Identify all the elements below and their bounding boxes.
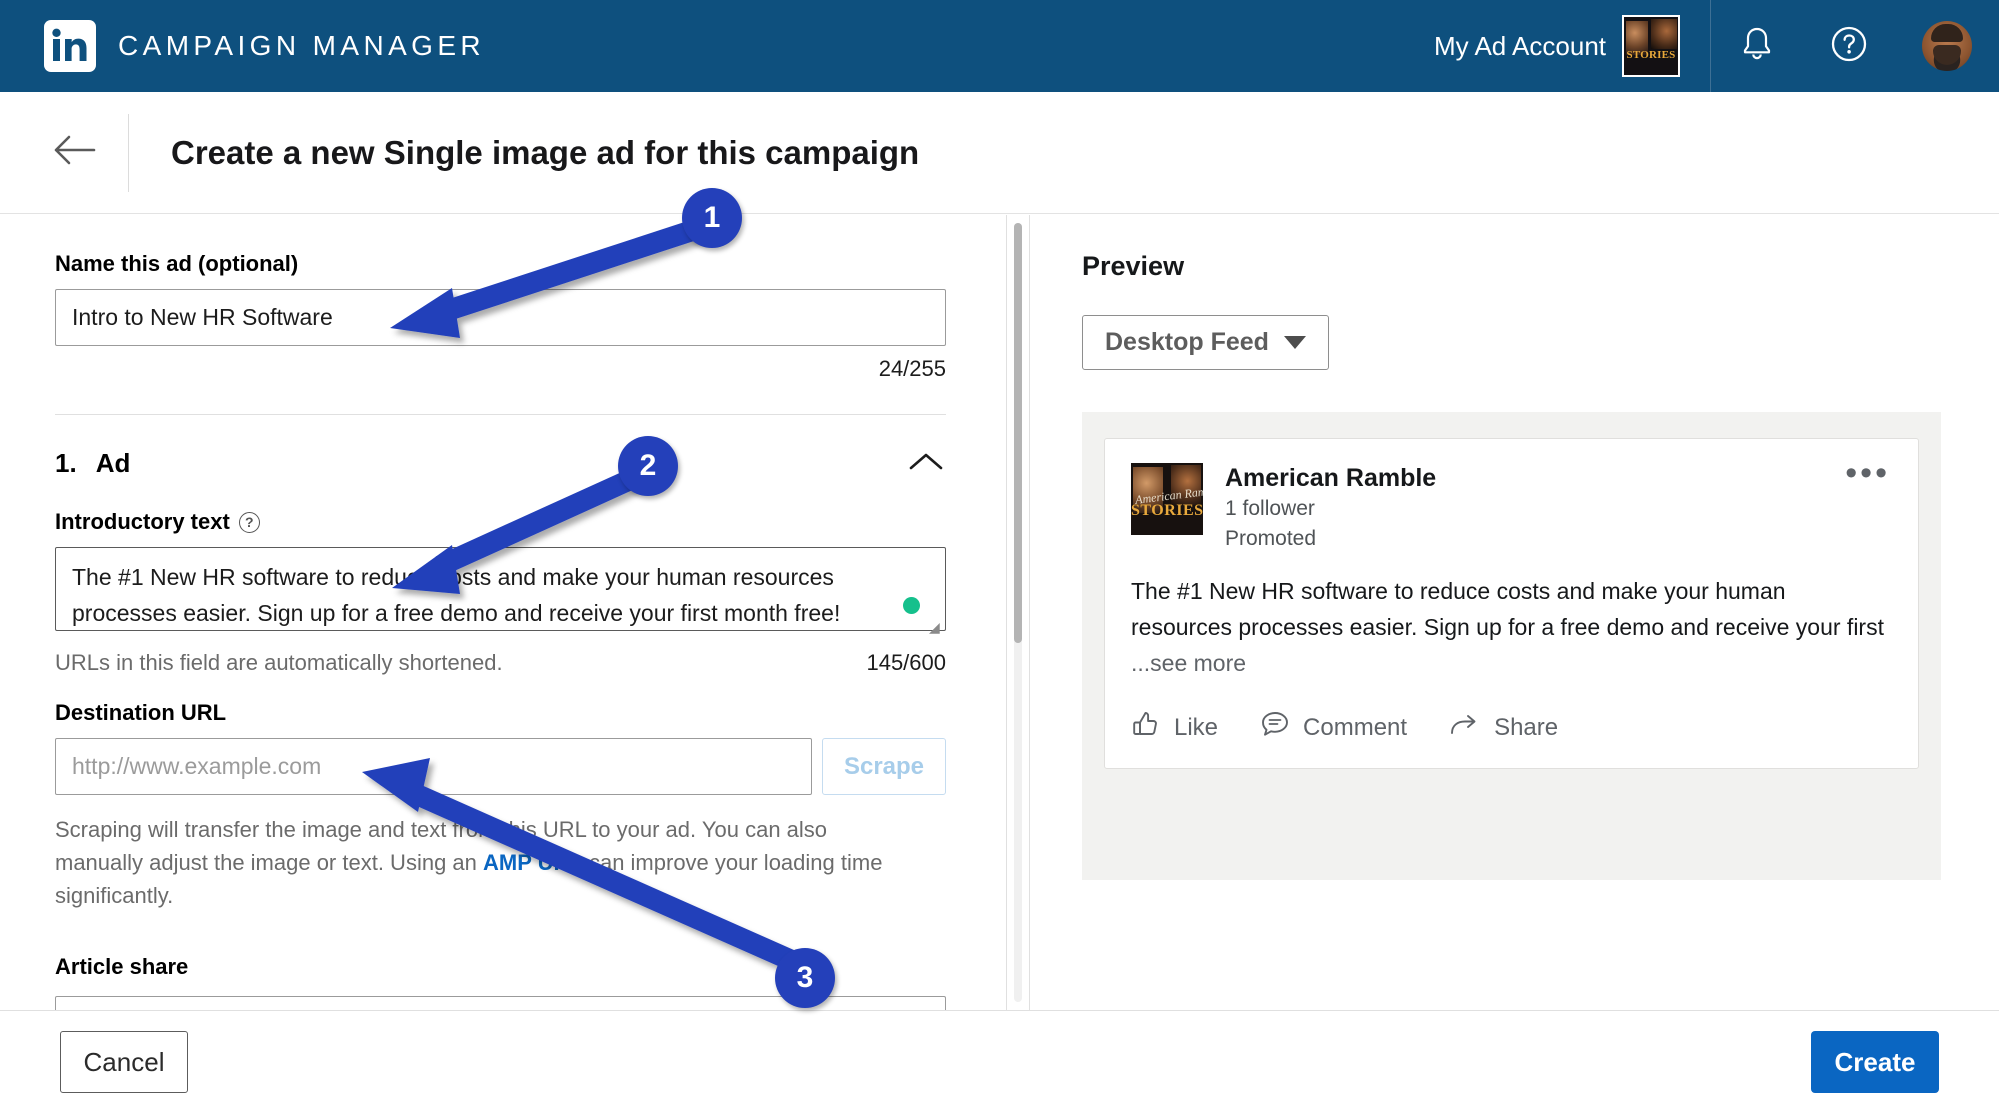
create-button[interactable]: Create: [1811, 1031, 1939, 1093]
amp-url-link[interactable]: AMP URL: [483, 850, 583, 875]
share-arrow-icon: [1449, 709, 1481, 746]
caret-down-icon: [1283, 336, 1306, 349]
destination-url-row: Scrape: [55, 738, 946, 795]
scrape-button[interactable]: Scrape: [822, 738, 946, 795]
ad-preview-body: The #1 New HR software to reduce costs a…: [1131, 573, 1892, 681]
top-nav-right-cluster: My Ad Account STORIES: [1434, 0, 1999, 92]
comment-button[interactable]: Comment: [1260, 709, 1407, 746]
campaign-manager-page: CAMPAIGN MANAGER My Ad Account STORIES C…: [0, 0, 1999, 1113]
brand-title: CAMPAIGN MANAGER: [118, 30, 486, 61]
introductory-text-counter: 145/600: [866, 650, 946, 675]
introductory-text-wrapper: ◢: [55, 547, 946, 636]
follower-count: 1 follower: [1225, 497, 1315, 520]
nav-icon-group: [1711, 0, 1999, 92]
preview-panel: Preview Desktop Feed ••• American Ramble…: [1029, 215, 1999, 1010]
page-header: Create a new Single image ad for this ca…: [0, 92, 1999, 214]
ad-preview-actions: Like Comment Share: [1131, 709, 1892, 750]
ad-section-number: 1.: [55, 447, 77, 478]
introductory-text-label: Introductory text ?: [55, 509, 946, 535]
top-navigation-bar: CAMPAIGN MANAGER My Ad Account STORIES: [0, 0, 1999, 92]
ad-name-counter: 24/255: [878, 356, 946, 381]
ad-name-input[interactable]: [55, 289, 946, 346]
introductory-text-helper: URLs in this field are automatically sho…: [55, 650, 503, 675]
ad-section-header[interactable]: 1. Ad: [55, 415, 946, 509]
article-share-box[interactable]: [55, 996, 946, 1010]
footer-action-bar: Cancel Create: [0, 1010, 1999, 1113]
introductory-text-helper-row: URLs in this field are automatically sho…: [55, 650, 946, 676]
back-button[interactable]: [46, 124, 104, 182]
ad-preview-header: American Ramble STORIES American Ramble …: [1131, 463, 1892, 553]
preview-format-label: Desktop Feed: [1105, 328, 1269, 356]
header-divider: [128, 113, 129, 192]
ad-section-label: Ad: [95, 447, 131, 478]
linkedin-logo-icon: [44, 20, 96, 72]
ad-account-thumbnail-text: STORIES: [1626, 49, 1676, 61]
article-share-label: Article share: [55, 954, 189, 979]
bell-icon: [1739, 25, 1775, 68]
ad-preview-card: ••• American Ramble STORIES American Ram…: [1104, 438, 1919, 769]
notifications-button[interactable]: [1711, 0, 1803, 92]
user-avatar: [1922, 21, 1972, 71]
introductory-text-input[interactable]: [55, 547, 946, 631]
chevron-up-icon: [908, 450, 944, 477]
see-more-link[interactable]: ...see more: [1131, 650, 1246, 676]
comment-label: Comment: [1303, 713, 1408, 741]
ad-name-label: Name this ad (optional): [55, 251, 299, 276]
like-button[interactable]: Like: [1131, 709, 1218, 746]
company-logo: American Ramble STORIES: [1131, 463, 1203, 535]
scrollbar-thumb[interactable]: [1014, 223, 1022, 643]
ad-section-title: 1. Ad: [55, 448, 130, 479]
content-area: Name this ad (optional) 24/255 1. Ad: [0, 215, 1999, 1010]
company-logo-text: STORIES: [1131, 502, 1203, 519]
ellipsis-icon[interactable]: •••: [1845, 456, 1890, 490]
help-button[interactable]: [1803, 0, 1895, 92]
page-title: Create a new Single image ad for this ca…: [171, 133, 920, 171]
destination-url-input[interactable]: [55, 738, 812, 795]
share-label: Share: [1494, 713, 1559, 741]
help-circle-icon[interactable]: ?: [238, 511, 260, 533]
preview-format-dropdown[interactable]: Desktop Feed: [1082, 315, 1329, 370]
green-status-dot: [903, 597, 920, 614]
share-button[interactable]: Share: [1449, 709, 1558, 746]
ad-section-collapse-button[interactable]: [906, 443, 946, 483]
brand-home-link[interactable]: CAMPAIGN MANAGER: [44, 20, 485, 72]
destination-url-label: Destination URL: [55, 700, 227, 725]
company-name: American Ramble: [1225, 464, 1437, 492]
form-scrollbar[interactable]: [1007, 215, 1029, 1010]
ad-account-switcher[interactable]: My Ad Account STORIES: [1434, 0, 1710, 92]
preview-stage: ••• American Ramble STORIES American Ram…: [1082, 412, 1941, 880]
ad-preview-meta: American Ramble 1 follower Promoted: [1225, 463, 1436, 553]
ad-form-panel: Name this ad (optional) 24/255 1. Ad: [0, 215, 1007, 1010]
like-label: Like: [1174, 713, 1219, 741]
thumbs-up-icon: [1131, 709, 1161, 746]
comment-bubble-icon: [1260, 709, 1290, 746]
preview-title: Preview: [1082, 251, 1185, 281]
introductory-text-label-text: Introductory text: [55, 509, 230, 534]
ad-preview-body-text: The #1 New HR software to reduce costs a…: [1131, 578, 1884, 640]
question-circle-icon: [1829, 24, 1869, 69]
profile-menu-button[interactable]: [1895, 0, 1999, 92]
ad-account-label: My Ad Account: [1434, 30, 1606, 61]
scrape-help-text: Scraping will transfer the image and tex…: [55, 813, 910, 912]
resize-handle[interactable]: ◢: [929, 620, 943, 634]
ad-account-thumbnail: STORIES: [1622, 15, 1680, 77]
promoted-label: Promoted: [1225, 527, 1317, 550]
cancel-button[interactable]: Cancel: [60, 1031, 188, 1093]
arrow-left-icon: [53, 133, 97, 172]
